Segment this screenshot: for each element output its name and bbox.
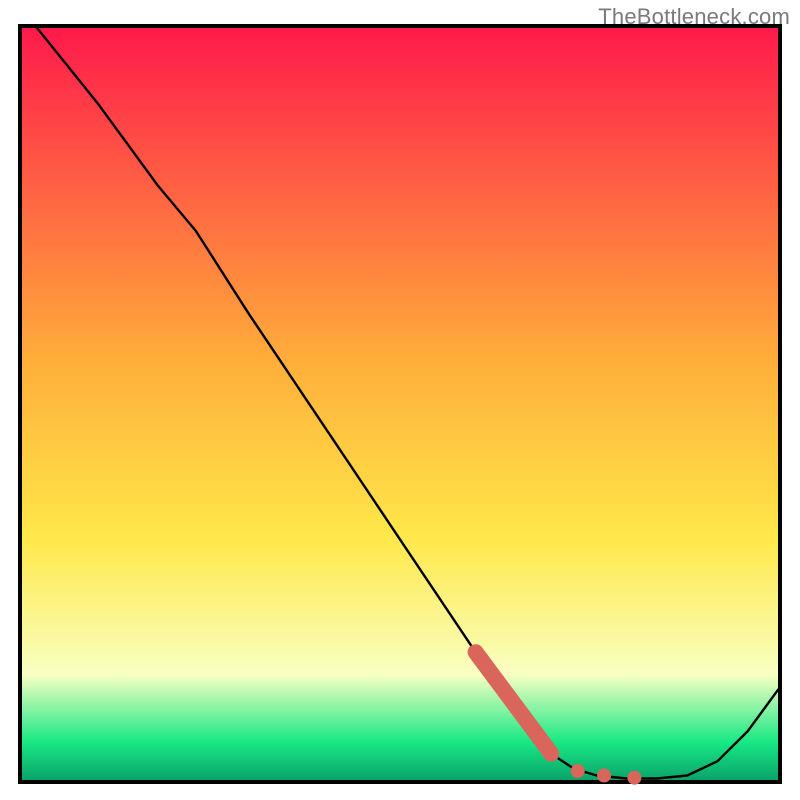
highlight-dot	[597, 769, 611, 783]
highlight-dot	[571, 764, 585, 778]
plot-area	[22, 28, 778, 780]
watermark: TheBottleneck.com	[598, 4, 790, 30]
highlight-dot	[627, 771, 641, 785]
bottleneck-chart	[0, 0, 800, 800]
